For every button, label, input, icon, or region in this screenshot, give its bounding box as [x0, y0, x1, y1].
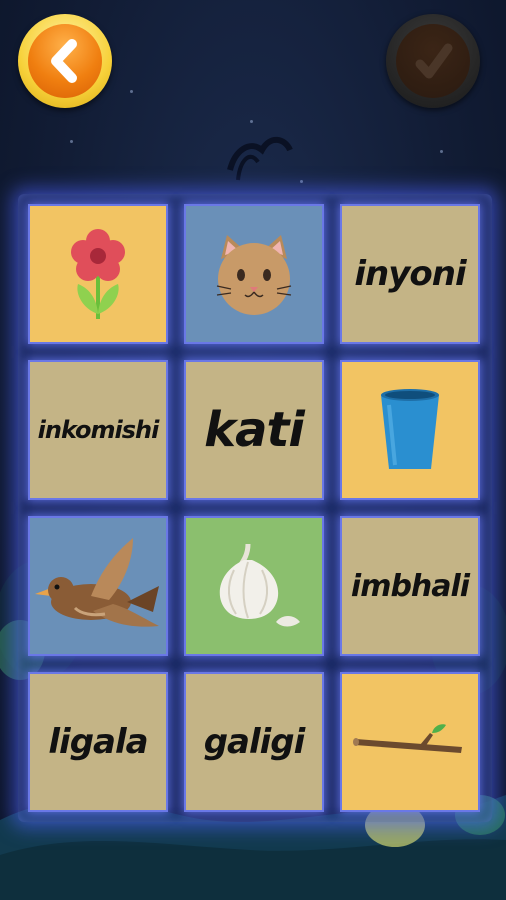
tile-word-text: inkomishi [37, 416, 160, 444]
tile-word-text: kati [204, 402, 305, 458]
tile-flower[interactable] [28, 204, 168, 344]
chevron-left-icon [51, 39, 77, 83]
tile-word-ligala[interactable]: ligala [28, 672, 168, 812]
cat-icon [216, 235, 292, 315]
tile-word-text: galigi [203, 722, 306, 762]
back-button-face [28, 24, 102, 98]
tile-word-text: ligala [48, 722, 148, 762]
garlic-icon [219, 543, 300, 627]
tile-bird[interactable] [28, 516, 168, 656]
tile-word-inyoni[interactable]: inyoni [340, 204, 480, 344]
confirm-button[interactable] [386, 14, 480, 108]
tile-cup[interactable] [340, 360, 480, 500]
tile-garlic[interactable] [184, 516, 324, 656]
tile-stick[interactable] [340, 672, 480, 812]
stick-icon [353, 724, 462, 753]
tile-word-imbhali[interactable]: imbhali [340, 516, 480, 656]
tile-word-text: imbhali [350, 568, 470, 604]
flower-icon [71, 229, 125, 319]
confirm-button-face [396, 24, 470, 98]
checkmark-icon [415, 43, 453, 79]
tile-word-galigi[interactable]: galigi [184, 672, 324, 812]
tile-word-text: inyoni [354, 254, 466, 294]
tile-cat[interactable] [184, 204, 324, 344]
tile-word-kati[interactable]: kati [184, 360, 324, 500]
cup-icon [381, 389, 439, 469]
tile-word-inkomishi[interactable]: inkomishi [28, 360, 168, 500]
bird-icon [35, 538, 159, 627]
back-button[interactable] [18, 14, 112, 108]
